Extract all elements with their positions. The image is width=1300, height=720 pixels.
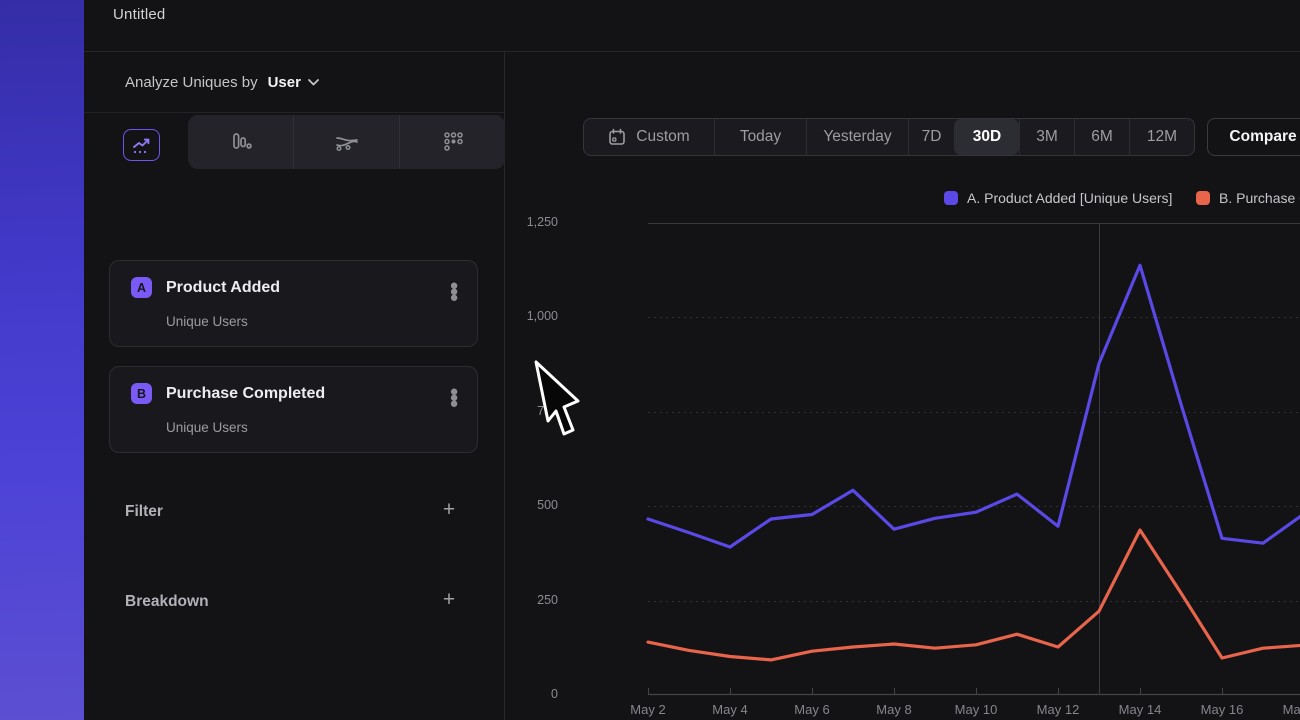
metric-title: Product Added bbox=[166, 279, 280, 297]
y-axis-tick-label: 1,000 bbox=[488, 309, 558, 323]
date-range-control: CustomTodayYesterday7D30D3M6M12M bbox=[583, 118, 1195, 156]
metric-subtitle[interactable]: Unique Users bbox=[166, 314, 248, 329]
compare-button[interactable]: Compare bbox=[1207, 118, 1300, 156]
metric-card-purchase-completed[interactable]: B Purchase Completed Unique Users ●●● bbox=[109, 366, 478, 453]
x-axis-tick-label: May 14 bbox=[1104, 702, 1176, 717]
range-12m[interactable]: 12M bbox=[1129, 119, 1194, 155]
analyze-row: Analyze Uniques by User bbox=[84, 52, 504, 113]
analyze-label: Analyze Uniques by bbox=[125, 74, 258, 91]
add-filter-button[interactable]: + bbox=[438, 500, 460, 522]
x-axis-tick-label: May 8 bbox=[858, 702, 930, 717]
legend-item-a[interactable]: A. Product Added [Unique Users] bbox=[944, 190, 1172, 206]
mouse-cursor bbox=[534, 359, 584, 441]
legend-swatch-a bbox=[944, 191, 958, 205]
metric-subtitle[interactable]: Unique Users bbox=[166, 420, 248, 435]
tab-grid[interactable] bbox=[399, 115, 505, 169]
titlebar: Untitled bbox=[84, 0, 1300, 52]
app-window: Untitled Analyze Uniques by User bbox=[84, 0, 1300, 720]
line-chart-icon bbox=[131, 135, 153, 155]
desktop-background-gradient bbox=[0, 0, 84, 720]
metric-badge-b: B bbox=[131, 383, 152, 404]
y-axis-tick-label: 0 bbox=[488, 687, 558, 701]
chevron-down-icon bbox=[308, 79, 319, 86]
metric-kebab-menu-icon[interactable]: ●●● bbox=[448, 389, 460, 407]
legend-item-b[interactable]: B. Purchase Completed [Unique Users] bbox=[1196, 190, 1300, 206]
range-today[interactable]: Today bbox=[714, 119, 806, 155]
add-breakdown-button[interactable]: + bbox=[438, 590, 460, 612]
x-axis-tick-label: May 2 bbox=[612, 702, 684, 717]
report-title[interactable]: Untitled bbox=[113, 6, 165, 23]
analyze-entity-dropdown[interactable]: User bbox=[268, 74, 301, 91]
metric-badge-a: A bbox=[131, 277, 152, 298]
range-custom[interactable]: Custom bbox=[584, 119, 714, 155]
range-30d[interactable]: 30D bbox=[954, 119, 1019, 155]
y-axis-tick-label: 500 bbox=[488, 498, 558, 512]
tab-bar-chart[interactable] bbox=[188, 115, 293, 169]
chart-type-tab-group bbox=[188, 115, 505, 169]
tab-flow[interactable] bbox=[293, 115, 399, 169]
y-axis-tick-label: 1,250 bbox=[488, 215, 558, 229]
legend-label-b: B. Purchase Completed [Unique Users] bbox=[1219, 190, 1300, 206]
x-axis-tick-label: May 6 bbox=[776, 702, 848, 717]
range-7d[interactable]: 7D bbox=[908, 119, 954, 155]
range-3m[interactable]: 3M bbox=[1019, 119, 1074, 155]
metric-card-product-added[interactable]: A Product Added Unique Users ●●● bbox=[109, 260, 478, 347]
range-6m[interactable]: 6M bbox=[1074, 119, 1129, 155]
breakdown-section-label: Breakdown bbox=[125, 593, 209, 611]
chart-type-tabs bbox=[84, 113, 504, 170]
flow-icon bbox=[334, 131, 360, 153]
query-sidebar: Analyze Uniques by User bbox=[84, 52, 505, 720]
x-axis-tick-label: May 16 bbox=[1186, 702, 1258, 717]
x-axis-tick-label: May 4 bbox=[694, 702, 766, 717]
x-axis-tick-label: May 10 bbox=[940, 702, 1012, 717]
x-axis-tick-label: May 12 bbox=[1022, 702, 1094, 717]
x-axis-tick-label: May 18 bbox=[1268, 702, 1300, 717]
y-axis-tick-label: 250 bbox=[488, 593, 558, 607]
bar-chart-icon bbox=[229, 130, 253, 154]
metric-title: Purchase Completed bbox=[166, 385, 325, 403]
legend-label-a: A. Product Added [Unique Users] bbox=[967, 190, 1172, 206]
tab-line-chart[interactable] bbox=[123, 129, 160, 161]
filter-section-label: Filter bbox=[125, 503, 163, 521]
calendar-icon bbox=[608, 128, 626, 146]
range-yesterday[interactable]: Yesterday bbox=[806, 119, 908, 155]
metric-kebab-menu-icon[interactable]: ●●● bbox=[448, 283, 460, 301]
grid-dots-icon bbox=[441, 130, 465, 154]
line-chart-canvas[interactable] bbox=[648, 223, 1300, 695]
legend-swatch-b bbox=[1196, 191, 1210, 205]
